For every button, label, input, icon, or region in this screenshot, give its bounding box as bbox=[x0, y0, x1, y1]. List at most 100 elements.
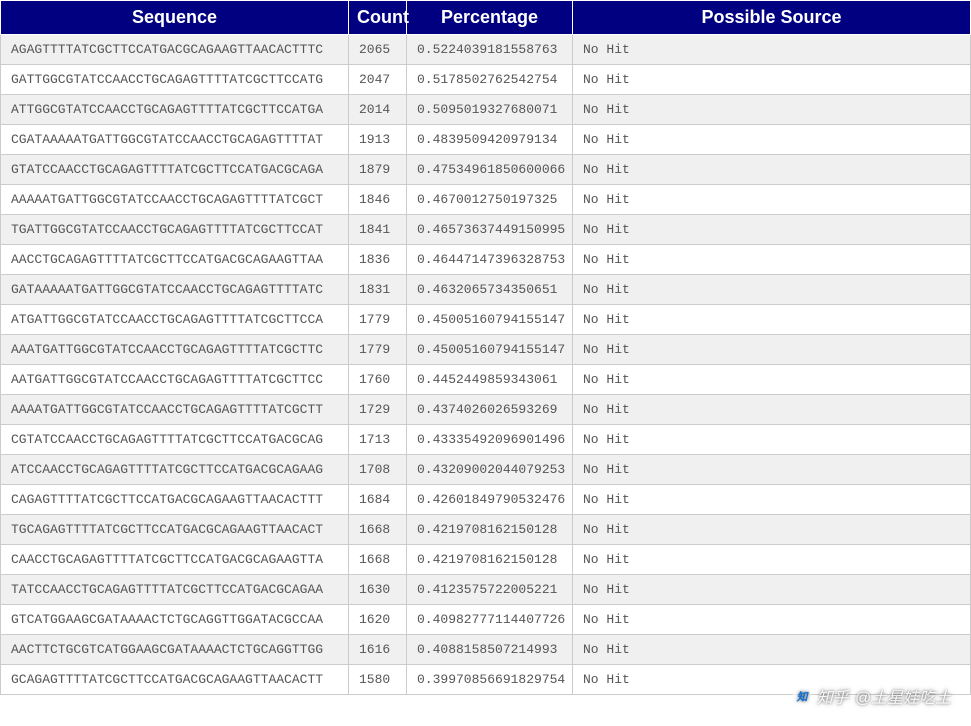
cell-percentage: 0.4632065734350651 bbox=[407, 275, 573, 305]
cell-percentage: 0.4219708162150128 bbox=[407, 545, 573, 575]
table-row: AATGATTGGCGTATCCAACCTGCAGAGTTTTATCGCTTCC… bbox=[1, 365, 971, 395]
table-row: TATCCAACCTGCAGAGTTTTATCGCTTCCATGACGCAGAA… bbox=[1, 575, 971, 605]
cell-percentage: 0.5095019327680071 bbox=[407, 95, 573, 125]
cell-count: 1713 bbox=[349, 425, 407, 455]
cell-source: No Hit bbox=[573, 125, 971, 155]
cell-count: 2014 bbox=[349, 95, 407, 125]
cell-percentage: 0.5224039181558763 bbox=[407, 35, 573, 65]
cell-source: No Hit bbox=[573, 635, 971, 665]
table-row: GCAGAGTTTTATCGCTTCCATGACGCAGAAGTTAACACTT… bbox=[1, 665, 971, 695]
table-row: AGAGTTTTATCGCTTCCATGACGCAGAAGTTAACACTTTC… bbox=[1, 35, 971, 65]
table-row: CGATAAAAATGATTGGCGTATCCAACCTGCAGAGTTTTAT… bbox=[1, 125, 971, 155]
cell-percentage: 0.5178502762542754 bbox=[407, 65, 573, 95]
cell-source: No Hit bbox=[573, 275, 971, 305]
cell-source: No Hit bbox=[573, 455, 971, 485]
cell-sequence: AAAATGATTGGCGTATCCAACCTGCAGAGTTTTATCGCTT bbox=[1, 395, 349, 425]
cell-source: No Hit bbox=[573, 335, 971, 365]
cell-source: No Hit bbox=[573, 245, 971, 275]
cell-sequence: TGCAGAGTTTTATCGCTTCCATGACGCAGAAGTTAACACT bbox=[1, 515, 349, 545]
cell-count: 2047 bbox=[349, 65, 407, 95]
cell-sequence: GTCATGGAAGCGATAAAACTCTGCAGGTTGGATACGCCAA bbox=[1, 605, 349, 635]
cell-percentage: 0.43209002044079253 bbox=[407, 455, 573, 485]
cell-percentage: 0.45005160794155147 bbox=[407, 305, 573, 335]
cell-sequence: AAATGATTGGCGTATCCAACCTGCAGAGTTTTATCGCTTC bbox=[1, 335, 349, 365]
cell-count: 1616 bbox=[349, 635, 407, 665]
table-row: CGTATCCAACCTGCAGAGTTTTATCGCTTCCATGACGCAG… bbox=[1, 425, 971, 455]
table-row: AAAATGATTGGCGTATCCAACCTGCAGAGTTTTATCGCTT… bbox=[1, 395, 971, 425]
cell-source: No Hit bbox=[573, 605, 971, 635]
cell-count: 2065 bbox=[349, 35, 407, 65]
table-row: GATAAAAATGATTGGCGTATCCAACCTGCAGAGTTTTATC… bbox=[1, 275, 971, 305]
table-body: AGAGTTTTATCGCTTCCATGACGCAGAAGTTAACACTTTC… bbox=[1, 35, 971, 695]
cell-count: 1846 bbox=[349, 185, 407, 215]
cell-percentage: 0.4123575722005221 bbox=[407, 575, 573, 605]
cell-sequence: AAAAATGATTGGCGTATCCAACCTGCAGAGTTTTATCGCT bbox=[1, 185, 349, 215]
cell-percentage: 0.4219708162150128 bbox=[407, 515, 573, 545]
cell-count: 1841 bbox=[349, 215, 407, 245]
cell-source: No Hit bbox=[573, 665, 971, 695]
cell-sequence: GATAAAAATGATTGGCGTATCCAACCTGCAGAGTTTTATC bbox=[1, 275, 349, 305]
cell-source: No Hit bbox=[573, 395, 971, 425]
header-count: Count bbox=[349, 1, 407, 35]
cell-count: 1708 bbox=[349, 455, 407, 485]
cell-count: 1668 bbox=[349, 515, 407, 545]
cell-source: No Hit bbox=[573, 545, 971, 575]
cell-sequence: CGTATCCAACCTGCAGAGTTTTATCGCTTCCATGACGCAG bbox=[1, 425, 349, 455]
cell-sequence: AACTTCTGCGTCATGGAAGCGATAAAACTCTGCAGGTTGG bbox=[1, 635, 349, 665]
header-source: Possible Source bbox=[573, 1, 971, 35]
cell-sequence: TGATTGGCGTATCCAACCTGCAGAGTTTTATCGCTTCCAT bbox=[1, 215, 349, 245]
sequence-table: Sequence Count Percentage Possible Sourc… bbox=[0, 0, 971, 695]
cell-sequence: CGATAAAAATGATTGGCGTATCCAACCTGCAGAGTTTTAT bbox=[1, 125, 349, 155]
cell-percentage: 0.45005160794155147 bbox=[407, 335, 573, 365]
table-row: CAGAGTTTTATCGCTTCCATGACGCAGAAGTTAACACTTT… bbox=[1, 485, 971, 515]
cell-count: 1630 bbox=[349, 575, 407, 605]
cell-source: No Hit bbox=[573, 425, 971, 455]
header-percentage: Percentage bbox=[407, 1, 573, 35]
cell-count: 1668 bbox=[349, 545, 407, 575]
cell-count: 1879 bbox=[349, 155, 407, 185]
cell-sequence: ATTGGCGTATCCAACCTGCAGAGTTTTATCGCTTCCATGA bbox=[1, 95, 349, 125]
cell-source: No Hit bbox=[573, 215, 971, 245]
cell-sequence: AACCTGCAGAGTTTTATCGCTTCCATGACGCAGAAGTTAA bbox=[1, 245, 349, 275]
cell-source: No Hit bbox=[573, 35, 971, 65]
cell-sequence: TATCCAACCTGCAGAGTTTTATCGCTTCCATGACGCAGAA bbox=[1, 575, 349, 605]
cell-sequence: GATTGGCGTATCCAACCTGCAGAGTTTTATCGCTTCCATG bbox=[1, 65, 349, 95]
header-sequence: Sequence bbox=[1, 1, 349, 35]
cell-percentage: 0.4374026026593269 bbox=[407, 395, 573, 425]
cell-source: No Hit bbox=[573, 95, 971, 125]
table-row: ATTGGCGTATCCAACCTGCAGAGTTTTATCGCTTCCATGA… bbox=[1, 95, 971, 125]
cell-percentage: 0.39970856691829754 bbox=[407, 665, 573, 695]
table-row: AACTTCTGCGTCATGGAAGCGATAAAACTCTGCAGGTTGG… bbox=[1, 635, 971, 665]
cell-sequence: GTATCCAACCTGCAGAGTTTTATCGCTTCCATGACGCAGA bbox=[1, 155, 349, 185]
cell-source: No Hit bbox=[573, 575, 971, 605]
cell-count: 1684 bbox=[349, 485, 407, 515]
table-row: ATGATTGGCGTATCCAACCTGCAGAGTTTTATCGCTTCCA… bbox=[1, 305, 971, 335]
cell-count: 1831 bbox=[349, 275, 407, 305]
cell-percentage: 0.43335492096901496 bbox=[407, 425, 573, 455]
cell-count: 1729 bbox=[349, 395, 407, 425]
cell-percentage: 0.4839509420979134 bbox=[407, 125, 573, 155]
cell-sequence: AATGATTGGCGTATCCAACCTGCAGAGTTTTATCGCTTCC bbox=[1, 365, 349, 395]
cell-source: No Hit bbox=[573, 155, 971, 185]
table-row: AAATGATTGGCGTATCCAACCTGCAGAGTTTTATCGCTTC… bbox=[1, 335, 971, 365]
cell-count: 1779 bbox=[349, 305, 407, 335]
cell-source: No Hit bbox=[573, 365, 971, 395]
table-row: GTATCCAACCTGCAGAGTTTTATCGCTTCCATGACGCAGA… bbox=[1, 155, 971, 185]
table-row: AACCTGCAGAGTTTTATCGCTTCCATGACGCAGAAGTTAA… bbox=[1, 245, 971, 275]
cell-sequence: CAGAGTTTTATCGCTTCCATGACGCAGAAGTTAACACTTT bbox=[1, 485, 349, 515]
cell-count: 1779 bbox=[349, 335, 407, 365]
cell-source: No Hit bbox=[573, 305, 971, 335]
cell-source: No Hit bbox=[573, 485, 971, 515]
cell-count: 1760 bbox=[349, 365, 407, 395]
table-header: Sequence Count Percentage Possible Sourc… bbox=[1, 1, 971, 35]
cell-percentage: 0.4088158507214993 bbox=[407, 635, 573, 665]
table-row: ATCCAACCTGCAGAGTTTTATCGCTTCCATGACGCAGAAG… bbox=[1, 455, 971, 485]
cell-source: No Hit bbox=[573, 515, 971, 545]
cell-sequence: GCAGAGTTTTATCGCTTCCATGACGCAGAAGTTAACACTT bbox=[1, 665, 349, 695]
cell-count: 1580 bbox=[349, 665, 407, 695]
table-row: GATTGGCGTATCCAACCTGCAGAGTTTTATCGCTTCCATG… bbox=[1, 65, 971, 95]
cell-count: 1913 bbox=[349, 125, 407, 155]
table-row: TGCAGAGTTTTATCGCTTCCATGACGCAGAAGTTAACACT… bbox=[1, 515, 971, 545]
cell-percentage: 0.4452449859343061 bbox=[407, 365, 573, 395]
table-row: TGATTGGCGTATCCAACCTGCAGAGTTTTATCGCTTCCAT… bbox=[1, 215, 971, 245]
